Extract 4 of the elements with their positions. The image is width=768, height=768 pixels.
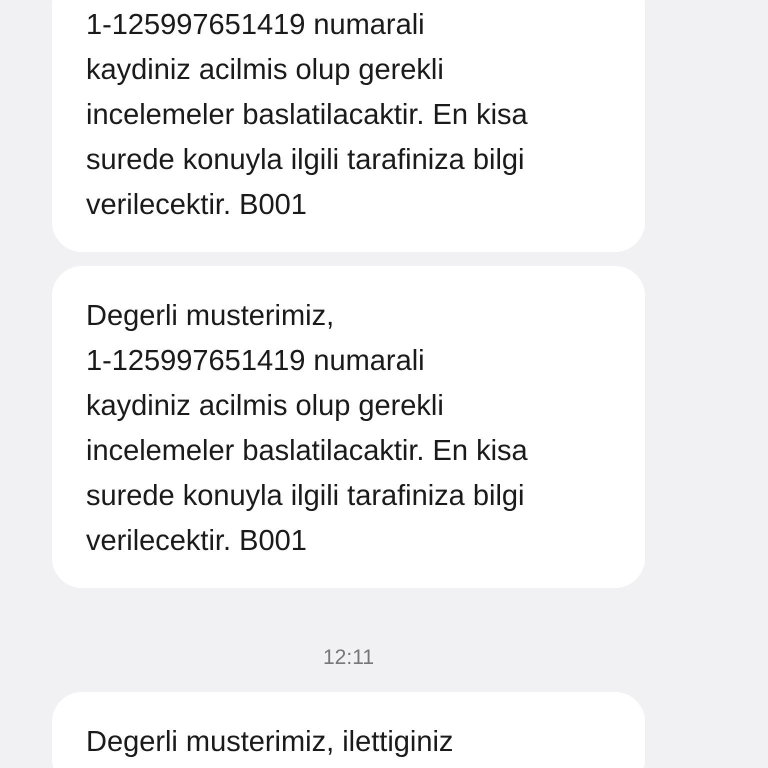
message-text: Degerli musterimiz, 1-125997651419 numarali kaydiniz acilmis olup gerekli incelemeler baslatilacaktir. En kisa surede konuyla ilgili tarafiniza bilgi verilecektir. B001 bbox=[86, 299, 528, 559]
message-text: 1-125997651419 numarali kaydiniz acilmis olup gerekli incelemeler baslatilacaktir. En kisa surede konuyla ilgili tarafiniza bilgi verilecektir. B001 bbox=[86, 8, 528, 223]
message-text: Degerli musterimiz, ilettiginiz bbox=[86, 724, 454, 760]
timestamp: 12:11 bbox=[323, 645, 374, 671]
